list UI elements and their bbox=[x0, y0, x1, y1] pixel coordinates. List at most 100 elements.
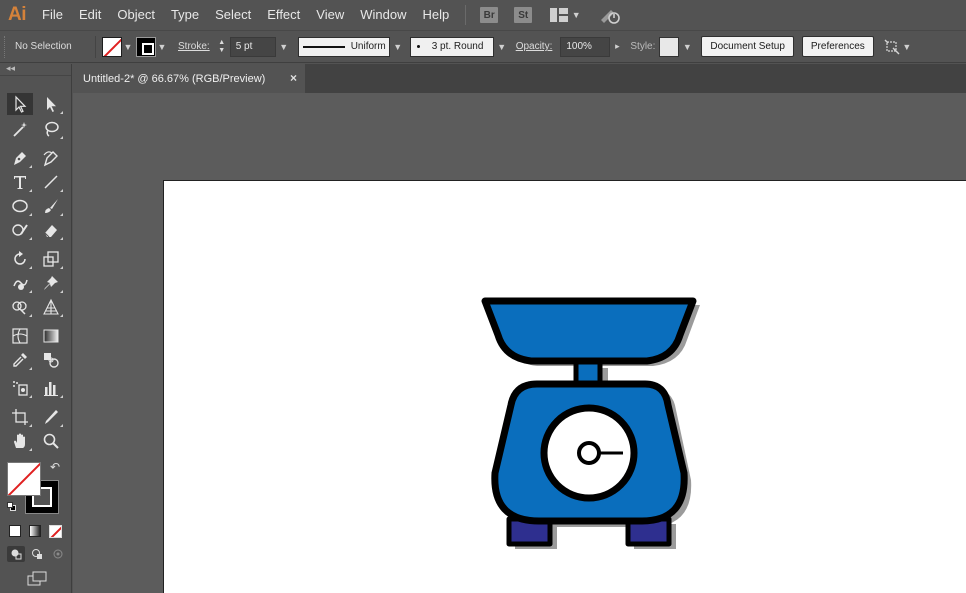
perspective-grid-tool[interactable] bbox=[38, 296, 64, 318]
shape-builder-icon bbox=[12, 301, 27, 315]
stock-button[interactable]: St bbox=[514, 7, 533, 23]
artboard-tool[interactable] bbox=[7, 406, 33, 428]
transform-icon[interactable] bbox=[884, 39, 900, 55]
document-tab-title: Untitled-2* @ 66.67% (RGB/Preview) bbox=[83, 72, 266, 85]
symbol-sprayer-tool[interactable] bbox=[7, 377, 33, 399]
lasso-icon bbox=[45, 121, 59, 137]
chevron-down-icon[interactable]: ▼ bbox=[122, 42, 134, 52]
workspace-arrange-icon[interactable] bbox=[550, 8, 569, 22]
chevron-down-icon[interactable]: ▼ bbox=[494, 42, 510, 52]
collapse-icon[interactable]: ◂◂ bbox=[6, 63, 15, 74]
draw-normal-icon bbox=[11, 549, 22, 560]
stroke-swatch[interactable] bbox=[136, 36, 156, 57]
variable-width-profile-dropdown[interactable]: Uniform bbox=[297, 36, 390, 57]
document-tab[interactable]: Untitled-2* @ 66.67% (RGB/Preview) × bbox=[73, 64, 305, 93]
chevron-down-icon[interactable]: ▼ bbox=[156, 42, 168, 52]
default-fill-stroke-icon[interactable] bbox=[7, 502, 17, 512]
control-bar-grip[interactable] bbox=[4, 35, 10, 58]
line-segment-tool[interactable] bbox=[38, 171, 64, 193]
stroke-weight-stepper[interactable]: ▲ ▼ bbox=[216, 37, 228, 57]
shaper-tool[interactable] bbox=[7, 219, 33, 241]
magic-wand-icon bbox=[13, 122, 27, 137]
opacity-label[interactable]: Opacity: bbox=[516, 41, 553, 52]
perspective-grid-icon bbox=[43, 298, 59, 315]
mesh-tool[interactable] bbox=[7, 325, 33, 347]
divider bbox=[95, 35, 96, 58]
fill-color-proxy-front[interactable] bbox=[7, 462, 41, 496]
chevron-down-icon[interactable]: ▼ bbox=[679, 42, 695, 52]
swap-fill-stroke-icon[interactable]: ↶ bbox=[50, 460, 60, 474]
menu-effect[interactable]: Effect bbox=[259, 0, 308, 30]
chevron-down-icon[interactable]: ▼ bbox=[571, 0, 581, 30]
rotate-tool[interactable] bbox=[7, 248, 33, 270]
draw-normal-button[interactable] bbox=[7, 546, 25, 562]
pin-icon bbox=[44, 276, 58, 290]
kitchen-scale-illustration[interactable] bbox=[470, 290, 710, 560]
brush-definition-dropdown[interactable]: 3 pt. Round bbox=[409, 36, 494, 57]
scale-tool[interactable] bbox=[38, 248, 64, 270]
blend-tool[interactable] bbox=[38, 349, 64, 371]
draw-behind-icon bbox=[32, 549, 42, 559]
selection-tool[interactable] bbox=[7, 93, 33, 115]
graphic-style-swatch[interactable] bbox=[659, 36, 680, 57]
change-screen-mode-button[interactable] bbox=[26, 571, 48, 587]
type-tool[interactable] bbox=[7, 171, 33, 193]
gradient-mode-button[interactable] bbox=[29, 525, 41, 537]
eyedropper-tool[interactable] bbox=[7, 349, 33, 371]
brush-label: 3 pt. Round bbox=[431, 41, 484, 52]
menu-type[interactable]: Type bbox=[163, 0, 207, 30]
curvature-tool[interactable] bbox=[38, 147, 64, 169]
ellipse-tool[interactable] bbox=[7, 195, 33, 217]
eyedropper-icon bbox=[13, 353, 27, 367]
tools-panel-header[interactable]: ◂◂ bbox=[0, 63, 71, 76]
puppet-warp-tool[interactable] bbox=[38, 272, 64, 294]
stroke-label[interactable]: Stroke: bbox=[178, 41, 210, 52]
slice-tool[interactable] bbox=[38, 406, 64, 428]
stroke-weight-field[interactable]: 5 pt bbox=[229, 36, 276, 57]
warp-tool[interactable] bbox=[7, 272, 33, 294]
draw-inside-button[interactable] bbox=[49, 546, 67, 562]
gpu-performance-icon[interactable] bbox=[599, 6, 621, 24]
paintbrush-tool[interactable] bbox=[38, 195, 64, 217]
type-t-icon bbox=[14, 176, 26, 189]
shaper-icon bbox=[12, 224, 28, 236]
shape-builder-tool[interactable] bbox=[7, 296, 33, 318]
magic-wand-tool[interactable] bbox=[7, 118, 33, 140]
lasso-tool[interactable] bbox=[38, 118, 64, 140]
none-mode-button[interactable] bbox=[49, 525, 62, 538]
app-logo: Ai bbox=[8, 4, 27, 25]
tools-panel: ◂◂ ↶ bbox=[0, 63, 72, 593]
direct-selection-tool[interactable] bbox=[38, 93, 64, 115]
column-graph-tool[interactable] bbox=[38, 377, 64, 399]
close-icon[interactable]: × bbox=[290, 71, 297, 85]
chevron-right-icon[interactable]: ▸ bbox=[610, 41, 624, 52]
chevron-down-icon[interactable]: ▼ bbox=[900, 42, 914, 52]
hand-tool[interactable] bbox=[7, 430, 33, 452]
gradient-icon bbox=[43, 329, 59, 343]
menu-view[interactable]: View bbox=[308, 0, 352, 30]
chevron-down-icon[interactable]: ▼ bbox=[390, 42, 406, 52]
rotate-icon bbox=[14, 251, 26, 265]
gradient-tool[interactable] bbox=[38, 325, 64, 347]
menu-select[interactable]: Select bbox=[207, 0, 259, 30]
menu-edit[interactable]: Edit bbox=[71, 0, 109, 30]
menu-file[interactable]: File bbox=[34, 0, 71, 30]
pen-tool[interactable] bbox=[7, 147, 33, 169]
draw-behind-button[interactable] bbox=[28, 546, 46, 562]
menu-window[interactable]: Window bbox=[352, 0, 414, 30]
document-tab-strip: Untitled-2* @ 66.67% (RGB/Preview) × bbox=[73, 64, 966, 93]
document-setup-button[interactable]: Document Setup bbox=[701, 36, 794, 57]
bridge-button[interactable]: Br bbox=[480, 7, 499, 23]
slice-knife-icon bbox=[45, 410, 58, 424]
zoom-tool[interactable] bbox=[38, 430, 64, 452]
menu-help[interactable]: Help bbox=[414, 0, 457, 30]
fill-swatch[interactable] bbox=[102, 36, 122, 57]
eraser-tool[interactable] bbox=[38, 219, 64, 241]
chevron-down-icon[interactable]: ▼ bbox=[276, 42, 292, 52]
menu-object[interactable]: Object bbox=[109, 0, 163, 30]
curvature-pen-icon bbox=[43, 151, 58, 167]
opacity-field[interactable]: 100% bbox=[560, 36, 611, 57]
preferences-button[interactable]: Preferences bbox=[801, 36, 874, 57]
color-mode-button[interactable] bbox=[9, 525, 21, 537]
control-bar: No Selection ▼ ▼ Stroke: ▲ ▼ 5 pt ▼ Unifo… bbox=[0, 30, 966, 63]
